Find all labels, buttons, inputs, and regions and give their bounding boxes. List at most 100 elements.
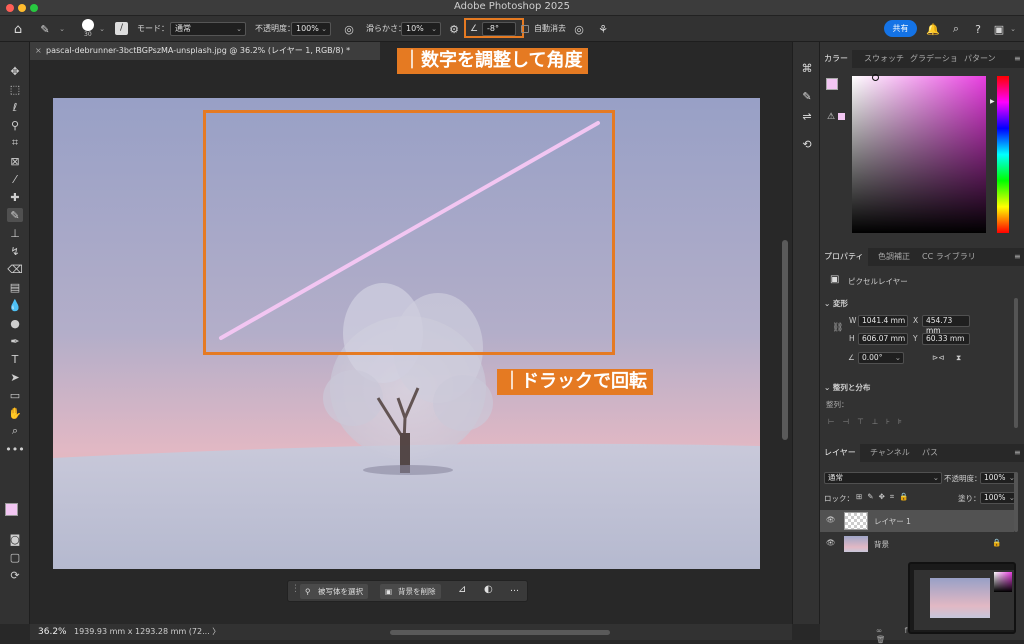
- width-input[interactable]: 1041.4 mm: [858, 315, 908, 327]
- brush-tool-preset-icon[interactable]: ✎: [38, 21, 52, 37]
- tab-patterns[interactable]: パターン: [960, 50, 1000, 68]
- object-select-tool-icon[interactable]: ⚲: [7, 118, 23, 132]
- chevron-down-icon[interactable]: ⌄: [1008, 21, 1018, 37]
- layer-name[interactable]: レイヤー 1: [874, 516, 911, 527]
- brush-size-icon[interactable]: [82, 19, 94, 31]
- zoom-tool-icon[interactable]: ⌕: [7, 424, 23, 438]
- history-brush-tool-icon[interactable]: ↯: [7, 244, 23, 258]
- close-tab-icon[interactable]: ×: [35, 42, 42, 60]
- color-saturation-field[interactable]: [852, 74, 986, 233]
- workspace-icon[interactable]: ▣: [992, 21, 1006, 37]
- y-input[interactable]: 60.33 mm: [922, 333, 970, 345]
- pen-tool-icon[interactable]: ✒: [7, 334, 23, 348]
- rotation-angle-input[interactable]: 0.00° ⌄: [858, 352, 904, 364]
- color-picker-cursor[interactable]: [872, 74, 879, 81]
- tab-layers[interactable]: レイヤー: [820, 444, 860, 462]
- tab-properties[interactable]: プロパティ: [820, 248, 868, 266]
- tab-adjustments[interactable]: 色調補正: [874, 248, 914, 266]
- screen-mode-icon[interactable]: ▢: [7, 550, 23, 564]
- tab-color[interactable]: カラー: [820, 50, 852, 68]
- align-section-header[interactable]: ⌄ 整列と分布: [824, 382, 870, 393]
- hue-slider[interactable]: [997, 76, 1009, 233]
- move-tool-icon[interactable]: ✥: [7, 64, 23, 78]
- tab-swatches[interactable]: スウォッチ: [860, 50, 908, 68]
- adjustments-icon[interactable]: ⇌: [799, 108, 815, 124]
- properties-scrollbar[interactable]: [1014, 298, 1018, 428]
- panel-menu-icon[interactable]: ≡: [1010, 248, 1024, 266]
- pressure-size-icon[interactable]: ◎: [571, 21, 587, 37]
- panel-menu-icon[interactable]: ≡: [1010, 50, 1024, 68]
- chevron-down-icon[interactable]: ⌄: [58, 23, 66, 35]
- lasso-tool-icon[interactable]: ℓ: [7, 100, 23, 114]
- layer-row[interactable]: 👁 レイヤー 1: [820, 510, 1014, 532]
- more-options-button[interactable]: …: [510, 584, 519, 594]
- blur-tool-icon[interactable]: 💧: [7, 298, 23, 312]
- height-input[interactable]: 606.07 mm: [858, 333, 908, 345]
- healing-brush-tool-icon[interactable]: ✚: [7, 190, 23, 204]
- tab-gradients[interactable]: グラデーショ: [906, 50, 962, 68]
- foreground-color-swatch[interactable]: [5, 503, 18, 516]
- eraser-tool-icon[interactable]: ⌫: [7, 262, 23, 276]
- search-icon[interactable]: ⌕: [949, 21, 963, 37]
- adjustment-icon[interactable]: ◐: [484, 584, 493, 595]
- align-buttons-row[interactable]: ⊢⊣⊤⊥⊦⊧: [828, 417, 910, 426]
- crop-tool-icon[interactable]: ⌗: [7, 136, 23, 150]
- help-icon[interactable]: ?: [971, 21, 985, 37]
- pressure-opacity-icon[interactable]: ◎: [341, 21, 357, 37]
- symmetry-icon[interactable]: ⚘: [595, 21, 611, 37]
- x-input[interactable]: 454.73 mm: [922, 315, 970, 335]
- chevron-down-icon[interactable]: ⌄: [98, 23, 106, 35]
- share-for-review-icon[interactable]: ⟳: [7, 568, 23, 582]
- layer-name[interactable]: 背景: [874, 539, 889, 550]
- panel-menu-icon[interactable]: ≡: [1010, 444, 1024, 462]
- transform-icon[interactable]: ⊿: [458, 584, 466, 595]
- brush-settings-icon[interactable]: /: [115, 22, 128, 35]
- zoom-level[interactable]: 36.2%: [38, 624, 67, 640]
- tab-channels[interactable]: チャンネル: [866, 444, 914, 462]
- stamp-tool-icon[interactable]: ⊥: [7, 226, 23, 240]
- path-select-tool-icon[interactable]: ➤: [7, 370, 23, 384]
- gear-icon[interactable]: ⚙: [447, 21, 461, 37]
- hue-slider-handle[interactable]: ▶: [990, 98, 995, 105]
- select-subject-button[interactable]: ⚲ 被写体を選択: [300, 584, 368, 599]
- document-dimensions[interactable]: 1939.93 mm x 1293.28 mm (72... 〉: [74, 624, 220, 640]
- brush-settings-panel-icon[interactable]: ✎: [799, 88, 815, 104]
- tab-cc-libraries[interactable]: CC ライブラリ: [918, 248, 980, 266]
- navigator-preview[interactable]: [908, 562, 1016, 634]
- more-tools-icon[interactable]: •••: [5, 442, 24, 456]
- smoothing-input[interactable]: 10% ⌄: [401, 22, 441, 36]
- flip-horizontal-icon[interactable]: ⊳⊲: [932, 353, 945, 362]
- rectangle-tool-icon[interactable]: ▭: [7, 388, 23, 402]
- gamut-color-chip[interactable]: [838, 113, 845, 120]
- eye-icon[interactable]: 👁: [826, 538, 836, 547]
- drag-handle-icon[interactable]: ⋮: [291, 584, 300, 594]
- dodge-tool-icon[interactable]: ●: [7, 316, 23, 330]
- tab-paths[interactable]: パス: [918, 444, 942, 462]
- quick-mask-icon[interactable]: ◙: [7, 532, 23, 546]
- auto-erase-checkbox[interactable]: [521, 25, 529, 33]
- horizontal-scrollbar[interactable]: [390, 630, 610, 635]
- layers-scrollbar[interactable]: [1014, 472, 1018, 532]
- mode-select[interactable]: 通常 ⌄: [170, 22, 246, 36]
- brush-tool-icon[interactable]: ✎: [7, 208, 23, 222]
- vertical-scrollbar[interactable]: [782, 240, 788, 440]
- fill-input[interactable]: 100% ⌄: [980, 492, 1018, 504]
- brush-angle-input[interactable]: -8°: [482, 22, 516, 36]
- out-of-gamut-warning-icon[interactable]: ⚠: [827, 112, 835, 122]
- transform-section-header[interactable]: ⌄ 変形: [824, 298, 848, 309]
- gradient-tool-icon[interactable]: ▤: [7, 280, 23, 294]
- opacity-input[interactable]: 100% ⌄: [291, 22, 331, 36]
- remove-background-button[interactable]: ▣ 背景を削除: [380, 584, 441, 599]
- link-icon[interactable]: ⛓: [832, 323, 843, 333]
- bell-icon[interactable]: 🔔: [926, 21, 940, 37]
- layer-opacity-input[interactable]: 100% ⌄: [980, 472, 1018, 484]
- eye-icon[interactable]: 👁: [826, 515, 836, 524]
- layer-row[interactable]: 👁 背景 🔒: [820, 533, 1014, 555]
- flip-vertical-icon[interactable]: ⧗: [956, 353, 961, 363]
- foreground-color-chip[interactable]: [826, 78, 838, 90]
- marquee-tool-icon[interactable]: ⬚: [7, 82, 23, 96]
- history-icon[interactable]: ⟲: [799, 136, 815, 152]
- hand-tool-icon[interactable]: ✋: [7, 406, 23, 420]
- blend-mode-select[interactable]: 通常 ⌄: [824, 472, 942, 484]
- document-tab[interactable]: × pascal-debrunner-3bctBGPszMA-unsplash.…: [30, 42, 380, 60]
